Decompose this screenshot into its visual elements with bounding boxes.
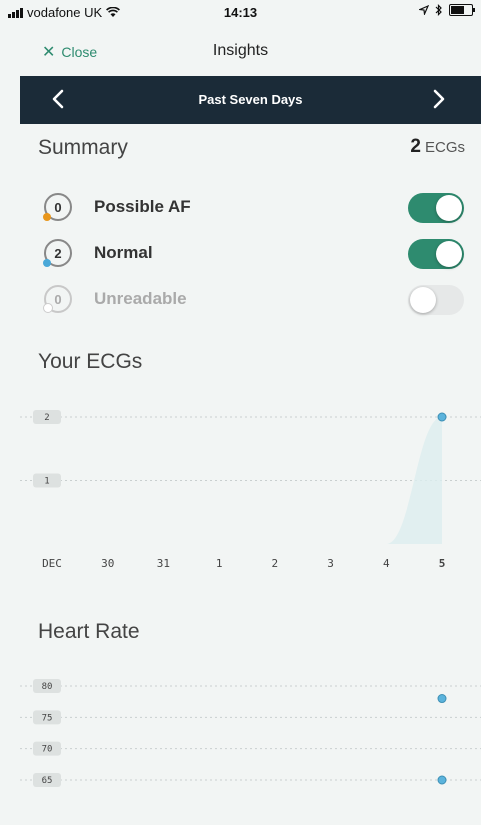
period-selector: Past Seven Days [20,76,481,124]
count-badge-value: 0 [54,199,62,215]
y-tick-label: 1 [44,477,49,487]
y-tick-label: 70 [42,745,53,755]
ecg-section-title: Your ECGs [38,350,143,373]
toggle-normal[interactable] [408,239,464,269]
ecg-chart: 1 2 DEC 30 31 1 2 3 4 5 [20,410,481,570]
summary-row-unreadable: 0 Unreadable [43,282,464,316]
bluetooth-icon [435,4,442,16]
toggle-possible-af[interactable] [408,193,464,223]
ecg-count: 2 ECGs [410,136,465,158]
location-icon [419,5,429,15]
x-tick-label: 31 [157,557,170,570]
status-time: 14:13 [223,5,258,20]
heart-rate-point [437,775,447,785]
summary-row-possible-af: 0 Possible AF [43,190,464,224]
count-badge-value: 2 [54,245,62,261]
count-badge-value: 0 [54,291,62,307]
count-badge: 2 [43,239,72,267]
status-dot [43,303,53,313]
summary-title: Summary [38,136,128,159]
status-dot [43,213,51,221]
count-badge: 0 [43,285,72,313]
status-dot [43,259,51,267]
x-tick-label: 3 [327,557,334,570]
status-right [419,4,475,16]
y-tick-label: 75 [42,713,53,723]
chevron-right-icon[interactable] [427,88,449,110]
y-tick-label: 2 [44,413,49,423]
period-title: Past Seven Days [198,92,303,107]
x-tick-label: 2 [272,557,279,570]
x-tick-label: DEC [42,557,62,570]
row-label: Normal [94,243,153,262]
ecg-count-value: 2 [410,136,421,157]
row-label: Unreadable [94,289,187,308]
count-badge: 0 [43,193,72,221]
x-tick-label: 5 [439,557,446,570]
heart-rate-point [437,694,447,704]
page-title: Insights [212,42,269,59]
heart-section-title: Heart Rate [38,620,140,643]
x-tick-label: 1 [216,557,223,570]
ecg-count-unit: ECGs [424,139,465,156]
row-label: Possible AF [94,197,191,216]
y-tick-label: 65 [42,776,53,786]
x-tick-label: 4 [383,557,390,570]
status-bar: vodafone UK 14:13 [0,0,481,24]
x-tick-label: 30 [101,557,114,570]
heart-rate-chart: 65 70 75 80 [20,679,481,787]
ecg-point [437,412,447,422]
battery-icon [449,4,475,16]
y-tick-label: 80 [42,682,53,692]
summary-row-normal: 2 Normal [43,236,464,270]
toggle-unreadable[interactable] [408,285,464,315]
nav-header: ✕ Close Insights [0,24,481,76]
